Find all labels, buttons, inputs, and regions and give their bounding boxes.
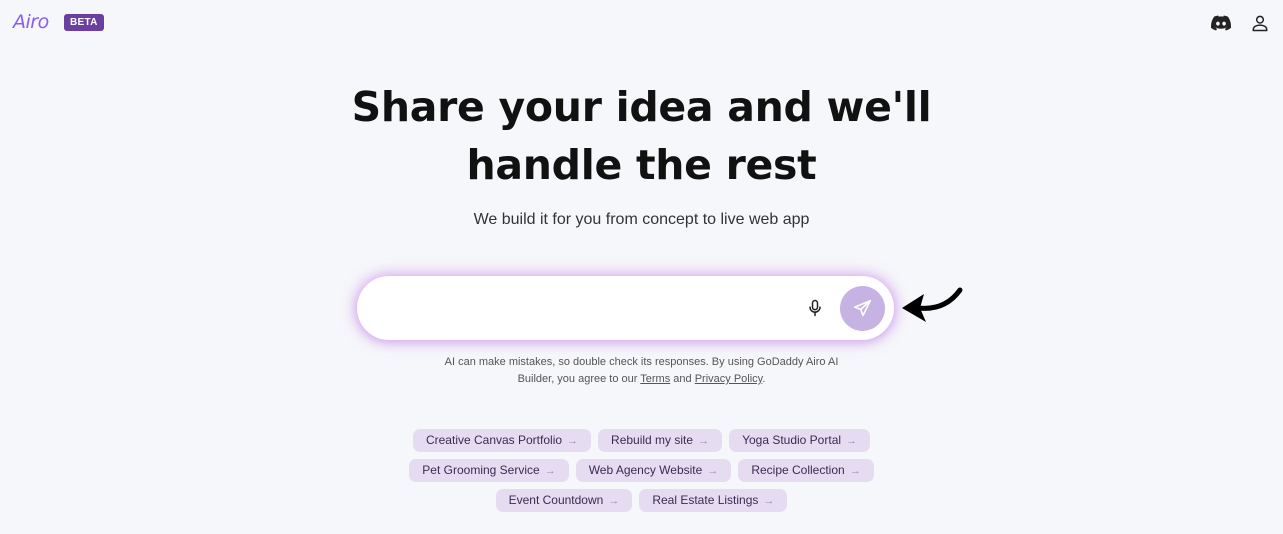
suggestion-chip-pet-grooming-service[interactable]: Pet Grooming Service → — [409, 459, 569, 482]
send-button[interactable] — [840, 286, 885, 331]
disclaimer-line-2: Builder, you agree to our Terms and Priv… — [0, 371, 1283, 388]
disclaimer-suffix: . — [762, 373, 766, 385]
arrow-right-icon: → — [846, 435, 858, 447]
discord-icon[interactable] — [1211, 13, 1232, 33]
suggestion-row-2: Pet Grooming Service → Web Agency Website… — [0, 459, 1283, 482]
chip-label: Pet Grooming Service — [422, 463, 540, 477]
suggestion-chip-web-agency-website[interactable]: Web Agency Website → — [575, 459, 732, 482]
headline-line-1: Share your idea and we'll — [351, 83, 932, 131]
page-title: Share your idea and we'll handle the res… — [0, 78, 1283, 194]
disclaimer-line-1: AI can make mistakes, so double check it… — [444, 356, 839, 368]
arrow-right-icon: → — [698, 435, 710, 447]
arrow-right-icon: → — [763, 495, 775, 507]
suggestion-chip-recipe-collection[interactable]: Recipe Collection → — [738, 459, 874, 482]
disclaimer: AI can make mistakes, so double check it… — [0, 354, 1283, 388]
suggestion-chip-rebuild-my-site[interactable]: Rebuild my site → — [598, 429, 723, 452]
disclaimer-prefix: Builder, you agree to our — [517, 373, 638, 385]
beta-badge: BETA — [64, 14, 104, 31]
privacy-policy-link[interactable]: Privacy Policy — [695, 373, 763, 385]
page-subtitle: We build it for you from concept to live… — [473, 211, 810, 228]
headline-line-2: handle the rest — [466, 141, 817, 189]
suggestion-chip-event-countdown[interactable]: Event Countdown → — [495, 489, 633, 512]
arrow-right-icon: → — [608, 495, 620, 507]
chip-label: Web Agency Website — [588, 463, 703, 477]
suggestion-row-3: Event Countdown → Real Estate Listings → — [0, 489, 1283, 512]
chip-label: Real Estate Listings — [652, 493, 759, 507]
suggestion-chip-yoga-studio-portal[interactable]: Yoga Studio Portal → — [729, 429, 871, 452]
user-icon[interactable] — [1250, 13, 1270, 33]
disclaimer-and: and — [673, 373, 692, 385]
chip-label: Recipe Collection — [751, 463, 845, 477]
microphone-icon[interactable] — [805, 298, 825, 318]
arrow-right-icon: → — [849, 465, 861, 477]
chip-label: Yoga Studio Portal — [742, 433, 842, 447]
terms-link[interactable]: Terms — [640, 373, 670, 385]
send-icon — [853, 299, 872, 317]
prompt-input[interactable] — [381, 294, 805, 324]
arrow-right-icon: → — [544, 465, 556, 477]
chip-label: Event Countdown — [508, 493, 604, 507]
suggestion-chip-real-estate-listings[interactable]: Real Estate Listings → — [639, 489, 788, 512]
chip-label: Rebuild my site — [611, 433, 694, 447]
chip-label: Creative Canvas Portfolio — [425, 433, 563, 447]
suggestion-row-1: Creative Canvas Portfolio → Rebuild my si… — [0, 429, 1283, 452]
suggestion-chip-creative-canvas-portfolio[interactable]: Creative Canvas Portfolio → — [412, 429, 592, 452]
top-bar: Airo BETA — [0, 0, 1283, 46]
arrow-right-icon: → — [567, 435, 579, 447]
page: Airo BETA Share your idea and we'll hand… — [0, 0, 1283, 534]
arrow-right-icon: → — [707, 465, 719, 477]
pointer-arrow-icon — [902, 287, 963, 322]
airo-logo[interactable]: Airo — [13, 11, 49, 33]
prompt-box — [357, 276, 894, 340]
